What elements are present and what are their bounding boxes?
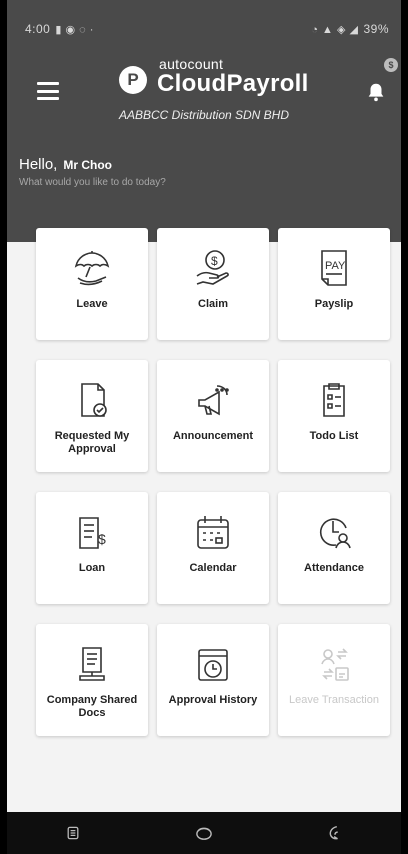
logo-product: CloudPayroll (157, 70, 309, 97)
payslip-label: Payslip (314, 298, 354, 310)
leave-transaction-label: Leave Transaction (289, 694, 379, 706)
approval-history-label: Approval History (168, 694, 258, 706)
loan-tile[interactable]: $ Loan (36, 492, 148, 604)
greeting-text: Hello, (19, 156, 58, 173)
recent-apps-icon[interactable] (58, 818, 88, 848)
payslip-icon: PAY (321, 250, 347, 286)
clock-user-icon (319, 518, 351, 549)
leave-tile[interactable]: Leave (36, 228, 148, 340)
signal-icons: ◔ ▲ ◈ ◢ (311, 23, 359, 36)
hand-dollar-icon: $ (196, 250, 229, 285)
hamburger-menu-icon[interactable] (37, 82, 59, 100)
document-check-icon (81, 383, 107, 417)
shared-docs-icon (79, 647, 105, 681)
payslip-tile[interactable]: PAY Payslip (278, 228, 390, 340)
requested-approval-label: Requested My Approval (54, 430, 130, 455)
bell-icon[interactable] (365, 80, 387, 104)
umbrella-icon (74, 251, 110, 286)
approval-history-tile[interactable]: Approval History (157, 624, 269, 736)
app-screen: 4:00 ▮ ◉ ◌ · ◔ ▲ ◈ ◢ 39% P autocount Clo… (7, 0, 401, 854)
company-shared-docs-label: Company Shared Docs (46, 694, 138, 719)
calendar-tile[interactable]: Calendar (157, 492, 269, 604)
system-navigation-bar (7, 812, 401, 854)
todo-list-tile[interactable]: Todo List (278, 360, 390, 472)
megaphone-icon (198, 385, 229, 416)
announcement-label: Announcement (172, 430, 254, 442)
calendar-label: Calendar (189, 562, 237, 574)
claim-tile[interactable]: $ Claim (157, 228, 269, 340)
leave-transaction-icon (321, 648, 349, 681)
calendar-icon (197, 516, 229, 549)
company-shared-docs-tile[interactable]: Company Shared Docs (36, 624, 148, 736)
attendance-tile[interactable]: Attendance (278, 492, 390, 604)
dollar-icon: $ (384, 58, 398, 72)
back-icon[interactable] (320, 818, 350, 848)
logo-mark: P (119, 66, 147, 94)
company-name: AABBCC Distribution SDN BHD (118, 108, 290, 122)
loan-document-icon: $ (79, 517, 106, 549)
svg-text:PAY: PAY (325, 260, 346, 272)
loan-label: Loan (78, 562, 106, 574)
svg-text:$: $ (98, 531, 106, 547)
todo-list-label: Todo List (309, 430, 359, 442)
attendance-label: Attendance (304, 562, 364, 574)
notification-icons: ▮ ◉ ◌ · (55, 23, 94, 36)
announcement-tile[interactable]: Announcement (157, 360, 269, 472)
claim-label: Claim (198, 298, 228, 310)
app-header: 4:00 ▮ ◉ ◌ · ◔ ▲ ◈ ◢ 39% P autocount Clo… (7, 0, 401, 242)
status-bar: 4:00 ▮ ◉ ◌ · ◔ ▲ ◈ ◢ 39% (25, 20, 389, 38)
leave-label: Leave (76, 298, 108, 310)
greeting-prompt: What would you like to do today? (19, 177, 166, 188)
home-icon[interactable] (189, 818, 219, 848)
status-time: 4:00 (25, 22, 51, 36)
svg-text:$: $ (211, 254, 218, 268)
history-clock-icon (198, 649, 228, 681)
app-logo: P autocount CloudPayroll (119, 56, 309, 102)
requested-approval-tile[interactable]: Requested My Approval (36, 360, 148, 472)
clipboard-icon (323, 383, 345, 417)
battery-level: 39% (363, 22, 389, 36)
greeting: Hello, Mr Choo (19, 156, 112, 173)
user-name: Mr Choo (63, 158, 113, 172)
leave-transaction-tile[interactable]: Leave Transaction (278, 624, 390, 736)
